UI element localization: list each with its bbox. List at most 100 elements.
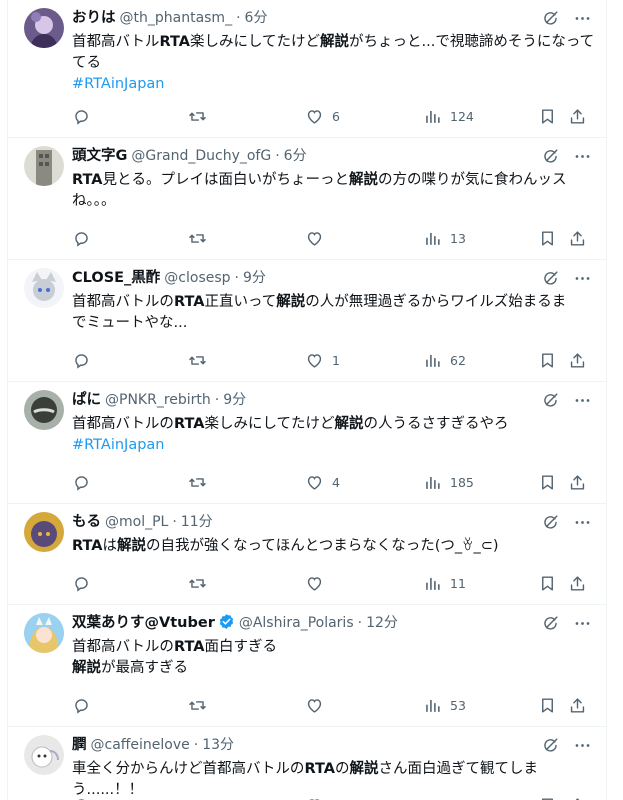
avatar[interactable] [24,613,64,653]
handle[interactable]: @th_phantasm_ [120,10,233,26]
avatar[interactable] [24,268,64,308]
separator-dot: · [214,392,220,408]
views-button[interactable] [423,795,442,800]
avatar[interactable] [24,735,64,775]
hashtag-link[interactable]: #RTAinJapan [72,76,164,92]
timestamp[interactable]: 9分 [243,270,266,286]
more-icon[interactable] [573,9,592,32]
bookmark-button[interactable] [538,472,557,492]
reply-button[interactable] [72,573,91,593]
like-button[interactable] [305,228,324,248]
like-button[interactable] [305,795,324,800]
reply-button[interactable] [72,350,91,370]
reply-button[interactable] [72,228,91,248]
retweet-button[interactable] [188,350,207,370]
share-button[interactable] [568,228,587,248]
bookmark-button[interactable] [538,228,557,248]
timestamp[interactable]: 6分 [245,10,268,26]
timestamp[interactable]: 13分 [202,737,234,753]
views-button[interactable]: 53 [423,695,466,715]
avatar[interactable] [24,512,64,552]
like-button[interactable] [305,573,324,593]
more-icon[interactable] [573,513,592,536]
grok-icon[interactable] [541,269,560,292]
retweet-button[interactable] [188,472,207,492]
views-button[interactable]: 11 [423,573,466,593]
tweet-text: RTA見とる。プレイは面白いがちょーっと解説の方の喋りが気に食わんッス ね。。。 [72,170,592,212]
share-button[interactable] [568,106,587,126]
views-button[interactable]: 185 [423,472,474,492]
grok-icon[interactable] [541,614,560,637]
timestamp[interactable]: 12分 [366,615,398,631]
tweet[interactable]: CLOSE_黒酢 @closesp · 9分 首都高バトルのRTA正直いって解説の人が無… [8,260,606,382]
reply-button[interactable] [72,106,91,126]
tweet-header: CLOSE_黒酢 @closesp · 9分 [72,268,594,288]
more-icon[interactable] [573,614,592,637]
share-button[interactable] [568,350,587,370]
handle[interactable]: @closesp [164,270,230,286]
more-icon[interactable] [573,391,592,414]
reply-button[interactable] [72,472,91,492]
reply-button[interactable] [72,795,91,800]
like-button[interactable]: 4 [305,472,340,492]
bookmark-button[interactable] [538,573,557,593]
retweet-button[interactable] [188,695,207,715]
more-icon[interactable] [573,147,592,170]
share-button[interactable] [568,472,587,492]
avatar[interactable] [24,390,64,430]
reply-button[interactable] [72,695,91,715]
like-button[interactable]: 6 [305,106,340,126]
handle[interactable]: @Alshira_Polaris [239,615,354,631]
views-button[interactable]: 124 [423,106,474,126]
timestamp[interactable]: 9分 [223,392,246,408]
handle[interactable]: @caffeinelove [91,737,190,753]
tweet[interactable]: ぱに @PNKR_rebirth · 9分 首都高バトルのRTA楽しみにしてたけど解説の… [8,382,606,504]
retweet-icon [188,696,207,715]
retweet-button[interactable] [188,228,207,248]
share-button[interactable] [568,695,587,715]
display-name[interactable]: CLOSE_黒酢 [72,270,160,286]
like-icon [305,351,324,370]
bookmark-button[interactable] [538,350,557,370]
grok-icon[interactable] [541,9,560,32]
display-name[interactable]: 頭文字G [72,148,127,164]
bookmark-button[interactable] [538,795,557,800]
share-button[interactable] [568,795,587,800]
retweet-button[interactable] [188,106,207,126]
tweet[interactable]: 双葉ありす@Vtuber @Alshira_Polaris · 12分 首都高バトルのR… [8,605,606,727]
bookmark-button[interactable] [538,106,557,126]
handle[interactable]: @PNKR_rebirth [105,392,211,408]
like-button[interactable]: 1 [305,350,340,370]
more-icon[interactable] [573,736,592,759]
grok-icon[interactable] [541,736,560,759]
timestamp[interactable]: 6分 [284,148,307,164]
views-button[interactable]: 62 [423,350,466,370]
bookmark-icon [538,696,557,715]
display-name[interactable]: 膶 [72,737,87,753]
display-name[interactable]: おりは [72,10,116,26]
tweet[interactable]: もる @mol_PL · 11分 RTAは解説の自我が強くなってほんとつまらなくなった(… [8,504,606,605]
views-icon [423,796,442,800]
grok-icon[interactable] [541,391,560,414]
tweet[interactable]: おりは @th_phantasm_ · 6分 首都高バトルRTA楽しみにしてたけど解説が… [8,0,606,138]
grok-icon[interactable] [541,513,560,536]
more-icon[interactable] [573,269,592,292]
timestamp[interactable]: 11分 [181,514,213,530]
tweet[interactable]: 頭文字G @Grand_Duchy_ofG · 6分 RTA見とる。プレイは面白いがちょ… [8,138,606,260]
avatar[interactable] [24,8,64,48]
avatar[interactable] [24,146,64,186]
hashtag-link[interactable]: #RTAinJapan [72,437,164,453]
handle[interactable]: @Grand_Duchy_ofG [131,148,271,164]
display-name[interactable]: ぱに [72,392,101,408]
display-name[interactable]: 双葉ありす@Vtuber [72,615,215,631]
bookmark-button[interactable] [538,695,557,715]
views-button[interactable]: 13 [423,228,466,248]
retweet-button[interactable] [188,573,207,593]
retweet-button[interactable] [188,795,207,800]
handle[interactable]: @mol_PL [105,514,168,530]
grok-icon[interactable] [541,147,560,170]
display-name[interactable]: もる [72,514,101,530]
like-button[interactable] [305,695,324,715]
tweet[interactable]: 膶 @caffeinelove · 13分 車全く分からんけど首都高バトルのRTAの解説… [8,727,606,800]
share-button[interactable] [568,573,587,593]
